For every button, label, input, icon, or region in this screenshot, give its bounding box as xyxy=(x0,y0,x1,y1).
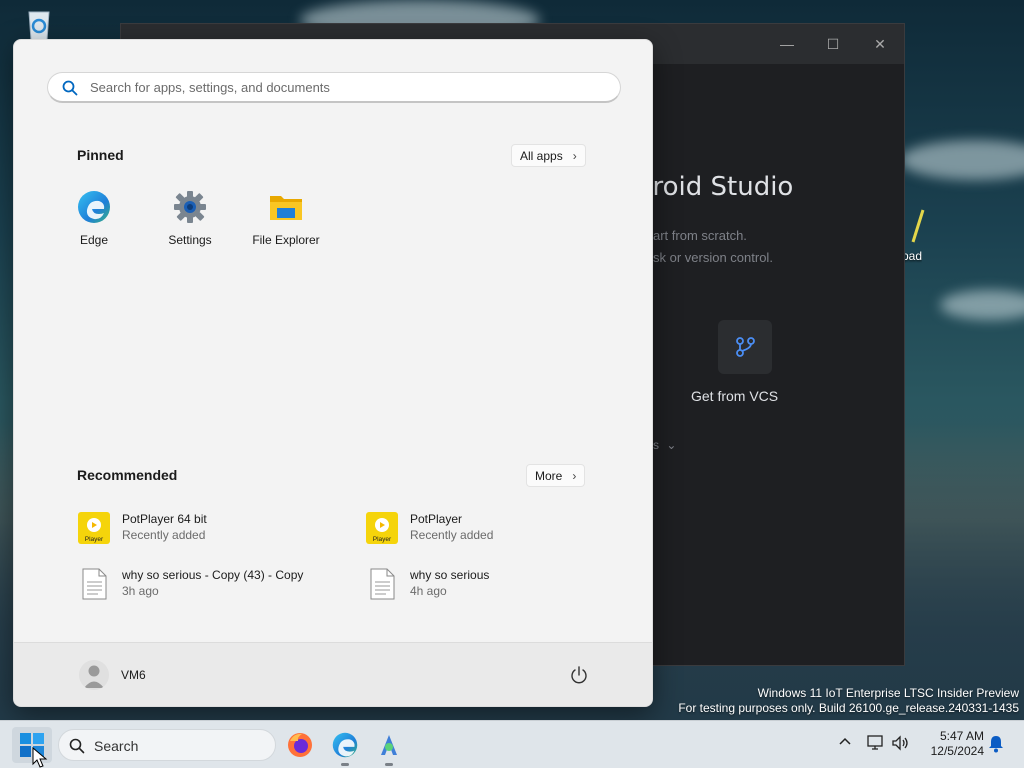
close-button[interactable]: ✕ xyxy=(869,34,891,54)
recommended-item-name: PotPlayer xyxy=(410,512,463,526)
chevron-up-icon xyxy=(839,737,851,745)
firefox-icon xyxy=(288,733,312,757)
more-label: More xyxy=(535,469,563,483)
edge-icon xyxy=(78,191,110,223)
watermark-line2: For testing purposes only. Build 26100.g… xyxy=(678,701,1019,715)
recommended-section-title: Recommended xyxy=(77,467,178,483)
more-actions-label: s xyxy=(653,438,659,452)
taskbar: Search 5:47 AM 12/5/2024 xyxy=(0,720,1024,768)
taskbar-app-firefox[interactable] xyxy=(284,729,316,761)
network-icon xyxy=(867,735,883,750)
clock-time: 5:47 AM xyxy=(939,729,984,743)
settings-gear-icon xyxy=(174,191,206,223)
welcome-title: droid Studio xyxy=(636,172,794,202)
recommended-item-detail: 3h ago xyxy=(122,584,159,598)
start-search-box[interactable]: Search for apps, settings, and documents xyxy=(47,72,621,103)
user-avatar[interactable] xyxy=(79,660,109,690)
get-from-vcs-button[interactable] xyxy=(718,320,772,374)
show-hidden-icons-button[interactable] xyxy=(838,735,852,752)
all-apps-label: All apps xyxy=(520,149,563,163)
recommended-item-name: why so serious - Copy (43) - Copy xyxy=(122,568,304,582)
bell-icon xyxy=(989,736,1003,753)
start-menu: Search for apps, settings, and documents… xyxy=(13,39,653,707)
chevron-right-icon: › xyxy=(572,149,577,163)
pinned-app-file-explorer[interactable]: File Explorer xyxy=(241,190,331,247)
start-button[interactable] xyxy=(12,727,52,768)
network-button[interactable] xyxy=(866,735,886,754)
search-icon xyxy=(69,738,85,754)
recommended-item[interactable]: why so serious - Copy (43) - Copy 3h ago xyxy=(78,566,338,606)
potplayer-badge: Player xyxy=(373,536,392,543)
recommended-item[interactable]: Player PotPlayer Recently added xyxy=(366,510,626,550)
vcs-branch-icon xyxy=(736,337,755,357)
get-from-vcs-label[interactable]: Get from VCS xyxy=(691,388,778,404)
recommended-item-name: PotPlayer 64 bit xyxy=(122,512,207,526)
pinned-app-edge[interactable]: Edge xyxy=(49,190,139,247)
pinned-section-title: Pinned xyxy=(77,147,124,163)
recommended-item-detail: 4h ago xyxy=(410,584,447,598)
notifications-button[interactable] xyxy=(988,735,1004,756)
welcome-subtitle-line2: sk or version control. xyxy=(653,250,773,265)
taskbar-search[interactable]: Search xyxy=(58,729,276,761)
potplayer-badge: Player xyxy=(85,536,104,543)
potplayer-icon: Player xyxy=(78,512,110,544)
running-indicator xyxy=(385,763,393,766)
volume-button[interactable] xyxy=(891,735,911,754)
watermark-line1: Windows 11 IoT Enterprise LTSC Insider P… xyxy=(757,686,1019,700)
speaker-icon xyxy=(892,735,908,751)
recommended-item-detail: Recently added xyxy=(122,528,206,542)
mouse-cursor-icon xyxy=(32,747,48,768)
search-placeholder: Search for apps, settings, and documents xyxy=(90,80,330,95)
potplayer-icon: Player xyxy=(366,512,398,544)
maximize-button[interactable]: ☐ xyxy=(822,34,844,54)
document-icon xyxy=(370,568,395,600)
pinned-app-label: Edge xyxy=(79,233,109,247)
welcome-subtitle-line1: art from scratch. xyxy=(653,228,747,243)
clock-date: 12/5/2024 xyxy=(930,744,984,758)
recommended-item-detail: Recently added xyxy=(410,528,494,542)
recommended-item[interactable]: Player PotPlayer 64 bit Recently added xyxy=(78,510,338,550)
all-apps-button[interactable]: All apps › xyxy=(511,144,586,167)
edge-icon xyxy=(332,732,358,758)
folder-icon xyxy=(270,196,302,220)
more-button[interactable]: More › xyxy=(526,464,586,487)
search-icon xyxy=(62,80,78,96)
running-indicator xyxy=(341,763,349,766)
system-clock[interactable]: 5:47 AM 12/5/2024 xyxy=(918,729,984,759)
start-footer: VM6 xyxy=(14,642,652,706)
recommended-item-name: why so serious xyxy=(410,568,490,582)
minimize-button[interactable]: — xyxy=(776,34,798,54)
pinned-app-label: File Explorer xyxy=(252,233,320,247)
taskbar-app-edge[interactable] xyxy=(329,729,361,766)
chevron-down-icon: ⌄ xyxy=(666,438,677,452)
more-actions-dropdown[interactable]: s ⌄ xyxy=(653,438,676,452)
android-studio-icon xyxy=(381,735,397,755)
taskbar-search-label: Search xyxy=(94,738,139,754)
chevron-right-icon: › xyxy=(572,469,577,483)
pinned-app-settings[interactable]: Settings xyxy=(145,190,235,247)
recommended-item[interactable]: why so serious 4h ago xyxy=(366,566,626,606)
taskbar-app-android-studio[interactable] xyxy=(373,729,405,766)
power-icon[interactable] xyxy=(569,665,589,685)
pinned-app-label: Settings xyxy=(168,233,212,247)
user-name[interactable]: VM6 xyxy=(121,668,146,682)
document-icon xyxy=(82,568,107,600)
user-icon xyxy=(84,665,104,688)
recycle-bin-icon xyxy=(28,11,50,41)
